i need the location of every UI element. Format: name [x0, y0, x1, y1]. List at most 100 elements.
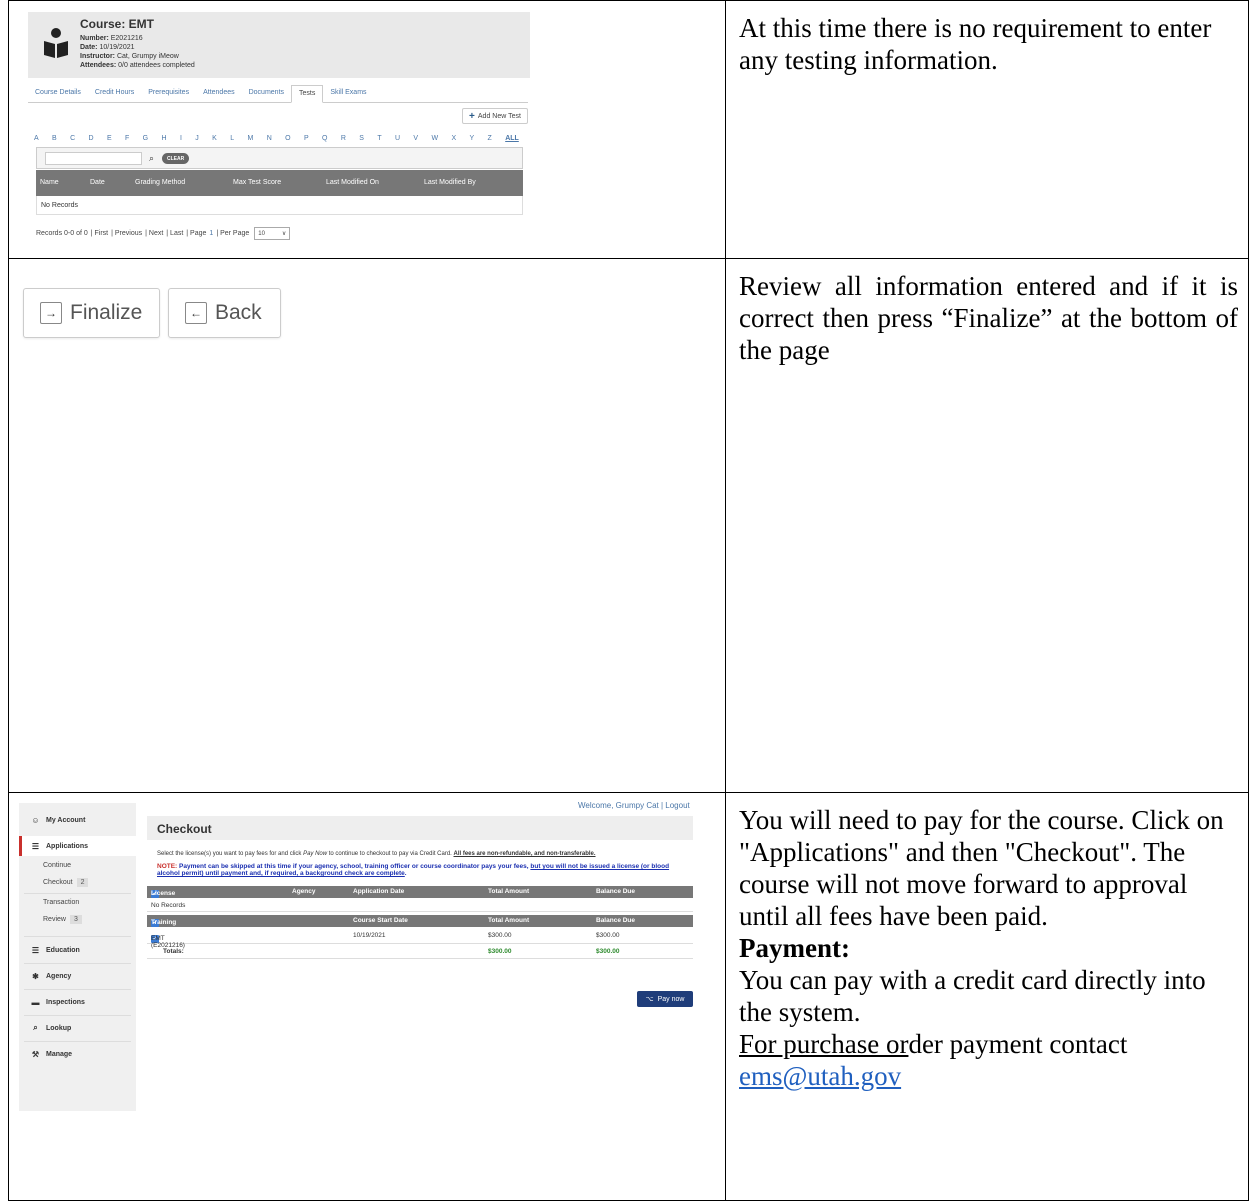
col-grading-method[interactable]: Grading Method: [135, 179, 185, 186]
finalize-button[interactable]: → Finalize: [23, 288, 160, 338]
sidebar-sub-review[interactable]: Review 3: [43, 915, 82, 924]
sidebar-item-manage[interactable]: ⚒ Manage: [19, 1045, 136, 1063]
tab-credit-hours[interactable]: Credit Hours: [88, 85, 141, 102]
search-input[interactable]: [45, 152, 142, 165]
alpha-letter-i[interactable]: I: [180, 135, 182, 142]
pager: Records 0-0 of 0 | First | Previous | Ne…: [36, 227, 291, 240]
alpha-letter-m[interactable]: M: [247, 135, 253, 142]
arrow-right-icon: →: [40, 302, 62, 324]
pay-now-button[interactable]: ⌥ Pay now: [637, 991, 693, 1007]
alpha-letter-z[interactable]: Z: [488, 135, 492, 142]
pager-first[interactable]: | First: [91, 230, 108, 237]
tab-documents[interactable]: Documents: [242, 85, 291, 102]
add-new-test-button[interactable]: + Add New Test: [462, 108, 528, 124]
alpha-letter-n[interactable]: N: [267, 135, 272, 142]
alpha-letter-j[interactable]: J: [195, 135, 199, 142]
tab-prerequisites[interactable]: Prerequisites: [141, 85, 196, 102]
alpha-letter-t[interactable]: T: [377, 135, 381, 142]
clear-button[interactable]: CLEAR: [162, 153, 190, 164]
payment-note: NOTE: Payment can be skipped at this tim…: [157, 863, 670, 877]
training-row: ✓ EMT (E2021216) 10/19/2021 $300.00 $300…: [147, 928, 693, 949]
sidebar-divider: [24, 1041, 131, 1042]
col-name[interactable]: Name: [40, 179, 59, 186]
pager-previous[interactable]: | Previous: [111, 230, 142, 237]
alpha-letter-x[interactable]: X: [451, 135, 456, 142]
course-instructor: Cat, Grumpy iMeow: [116, 53, 179, 60]
search-bar: ⌕ CLEAR: [36, 147, 523, 169]
course-meta: Number: E2021216 Date: 10/19/2021 Instru…: [80, 35, 195, 69]
col-last-modified-on[interactable]: Last Modified On: [326, 179, 379, 186]
chevron-down-icon: ∨: [281, 231, 287, 237]
course-date: 10/19/2021: [99, 44, 135, 51]
tools-icon: ⚒: [31, 1049, 40, 1059]
alpha-letter-d[interactable]: D: [89, 135, 94, 142]
alpha-letter-r[interactable]: R: [341, 135, 346, 142]
totals-balance: $300.00: [596, 948, 620, 955]
sidebar-item-my-account[interactable]: ☺ My Account: [19, 811, 136, 829]
note-cell-1: At this time there is no requirement to …: [725, 0, 1249, 259]
sidebar-divider: [24, 1015, 131, 1016]
col-course-start-date: Course Start Date: [353, 917, 408, 924]
alpha-letter-w[interactable]: W: [431, 135, 438, 142]
tab-skill-exams[interactable]: Skill Exams: [323, 85, 373, 102]
alpha-all[interactable]: ALL: [505, 135, 519, 142]
alpha-letter-c[interactable]: C: [70, 135, 75, 142]
note-testing: At this time there is no requirement to …: [739, 13, 1212, 75]
alpha-letter-y[interactable]: Y: [469, 135, 474, 142]
license-no-records: No Records: [147, 899, 693, 912]
alpha-letter-o[interactable]: O: [285, 135, 290, 142]
sidebar-item-applications[interactable]: ☰ Applications: [19, 836, 136, 856]
col-balance-due: Balance Due: [596, 917, 636, 924]
training-balance: $300.00: [596, 932, 620, 939]
col-total-amount: Total Amount: [488, 888, 530, 895]
col-agency: Agency: [292, 888, 316, 895]
checkout-count-badge: 2: [76, 878, 89, 887]
sidebar-item-education[interactable]: ☰ Education: [19, 941, 136, 959]
alpha-letter-l[interactable]: L: [230, 135, 234, 142]
welcome-logout-link[interactable]: Welcome, Grumpy Cat | Logout: [578, 801, 690, 810]
sidebar-sub-continue[interactable]: Continue: [43, 862, 71, 869]
per-page-select[interactable]: 10 ∨: [254, 227, 291, 240]
asterisk-icon: ✱: [32, 971, 39, 981]
alpha-letter-h[interactable]: H: [162, 135, 167, 142]
tab-course-details[interactable]: Course Details: [28, 85, 88, 102]
col-date[interactable]: Date: [90, 179, 105, 186]
alpha-letter-a[interactable]: A: [34, 135, 39, 142]
search-icon: ⌕: [33, 1023, 38, 1032]
col-application-date: Application Date: [353, 888, 405, 895]
back-button[interactable]: ← Back: [168, 288, 281, 338]
search-icon[interactable]: ⌕: [149, 153, 154, 164]
alpha-letter-v[interactable]: V: [413, 135, 418, 142]
alpha-letter-f[interactable]: F: [125, 135, 129, 142]
arrow-left-icon: ←: [185, 302, 207, 324]
page-number[interactable]: 1: [209, 230, 213, 237]
cart-icon: ⌥: [645, 996, 654, 1003]
sidebar-sub-transaction[interactable]: Transaction: [43, 899, 79, 906]
alpha-letter-s[interactable]: S: [359, 135, 364, 142]
sidebar-item-agency[interactable]: ✱ Agency: [19, 967, 136, 985]
course-attendees: 0/0 attendees completed: [118, 62, 195, 69]
alpha-letter-g[interactable]: G: [143, 135, 148, 142]
col-max-test-score[interactable]: Max Test Score: [233, 179, 281, 186]
training-table-header: ✓ Training Course Start Date Total Amoun…: [147, 915, 693, 927]
tab-tests[interactable]: Tests: [291, 85, 324, 103]
pager-next[interactable]: | Next: [145, 230, 163, 237]
tests-grid-header: Name Date Grading Method Max Test Score …: [36, 170, 523, 196]
sidebar-sub-checkout[interactable]: Checkout 2: [43, 878, 89, 887]
sidebar-item-inspections[interactable]: ▬ Inspections: [19, 993, 136, 1011]
alpha-letter-b[interactable]: B: [52, 135, 57, 142]
tab-attendees[interactable]: Attendees: [196, 85, 242, 102]
alpha-letter-u[interactable]: U: [395, 135, 400, 142]
alpha-letter-e[interactable]: E: [107, 135, 112, 142]
sidebar-divider: [24, 963, 131, 964]
no-records: No Records: [36, 196, 523, 215]
alpha-letter-q[interactable]: Q: [322, 135, 327, 142]
col-last-modified-by[interactable]: Last Modified By: [424, 179, 476, 186]
user-icon: ☺: [31, 815, 40, 825]
sidebar-item-lookup[interactable]: ⌕ Lookup: [19, 1019, 136, 1037]
checkout-screenshot-cell: ☺ My Account ☰ Applications Continue Che…: [8, 792, 726, 1201]
alpha-letter-p[interactable]: P: [304, 135, 309, 142]
alpha-letter-k[interactable]: K: [212, 135, 217, 142]
pager-last[interactable]: | Last: [166, 230, 183, 237]
email-link[interactable]: ems@utah.gov: [739, 1061, 901, 1091]
